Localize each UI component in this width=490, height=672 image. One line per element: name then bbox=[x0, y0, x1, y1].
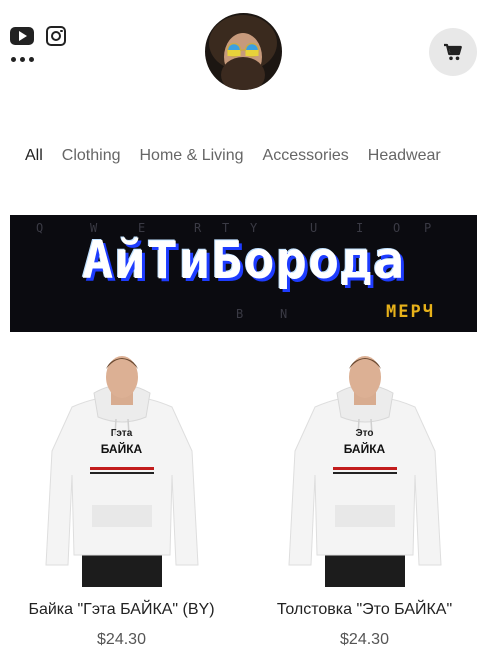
keyboard-key: B bbox=[236, 307, 244, 321]
category-nav: All Clothing Home & Living Accessories H… bbox=[0, 147, 490, 165]
category-accessories[interactable]: Accessories bbox=[263, 147, 349, 165]
product-image[interactable] bbox=[285, 355, 445, 587]
shop-avatar[interactable] bbox=[205, 13, 282, 90]
banner-subtitle: МЕРЧ bbox=[386, 302, 435, 322]
cart-button[interactable] bbox=[429, 28, 477, 76]
banner-title: АйТиБорода bbox=[81, 231, 406, 291]
product-image[interactable] bbox=[42, 355, 202, 587]
social-links bbox=[10, 26, 66, 46]
product-name[interactable]: Байка "Гэта БАЙКА" (BY) bbox=[4, 601, 239, 619]
category-home-living[interactable]: Home & Living bbox=[139, 147, 243, 165]
product-card[interactable]: Это БАЙКА Толстовка "Это БАЙКА" $24.30 bbox=[247, 355, 482, 649]
category-clothing[interactable]: Clothing bbox=[62, 147, 121, 165]
store-banner: Q W E R T Y U I O P B N АйТиБорода МЕРЧ bbox=[10, 215, 477, 332]
product-name[interactable]: Толстовка "Это БАЙКА" bbox=[247, 601, 482, 619]
product-price: $24.30 bbox=[97, 631, 146, 648]
youtube-icon[interactable] bbox=[10, 27, 34, 45]
keyboard-key: N bbox=[280, 307, 288, 321]
product-print-line1: Гэта bbox=[110, 428, 133, 439]
category-all[interactable]: All bbox=[25, 147, 43, 165]
product-price: $24.30 bbox=[340, 631, 389, 648]
product-print-line1: Это bbox=[355, 428, 374, 439]
more-dots-icon[interactable] bbox=[11, 57, 34, 62]
product-print-line2: БАЙКА bbox=[100, 442, 143, 456]
cart-icon bbox=[444, 43, 462, 61]
product-card[interactable]: Гэта БАЙКА Байка "Гэта БАЙКА" (BY) $24.3… bbox=[4, 355, 239, 649]
product-print-line2: БАЙКА bbox=[343, 442, 386, 456]
category-headwear[interactable]: Headwear bbox=[368, 147, 441, 165]
instagram-icon[interactable] bbox=[46, 26, 66, 46]
